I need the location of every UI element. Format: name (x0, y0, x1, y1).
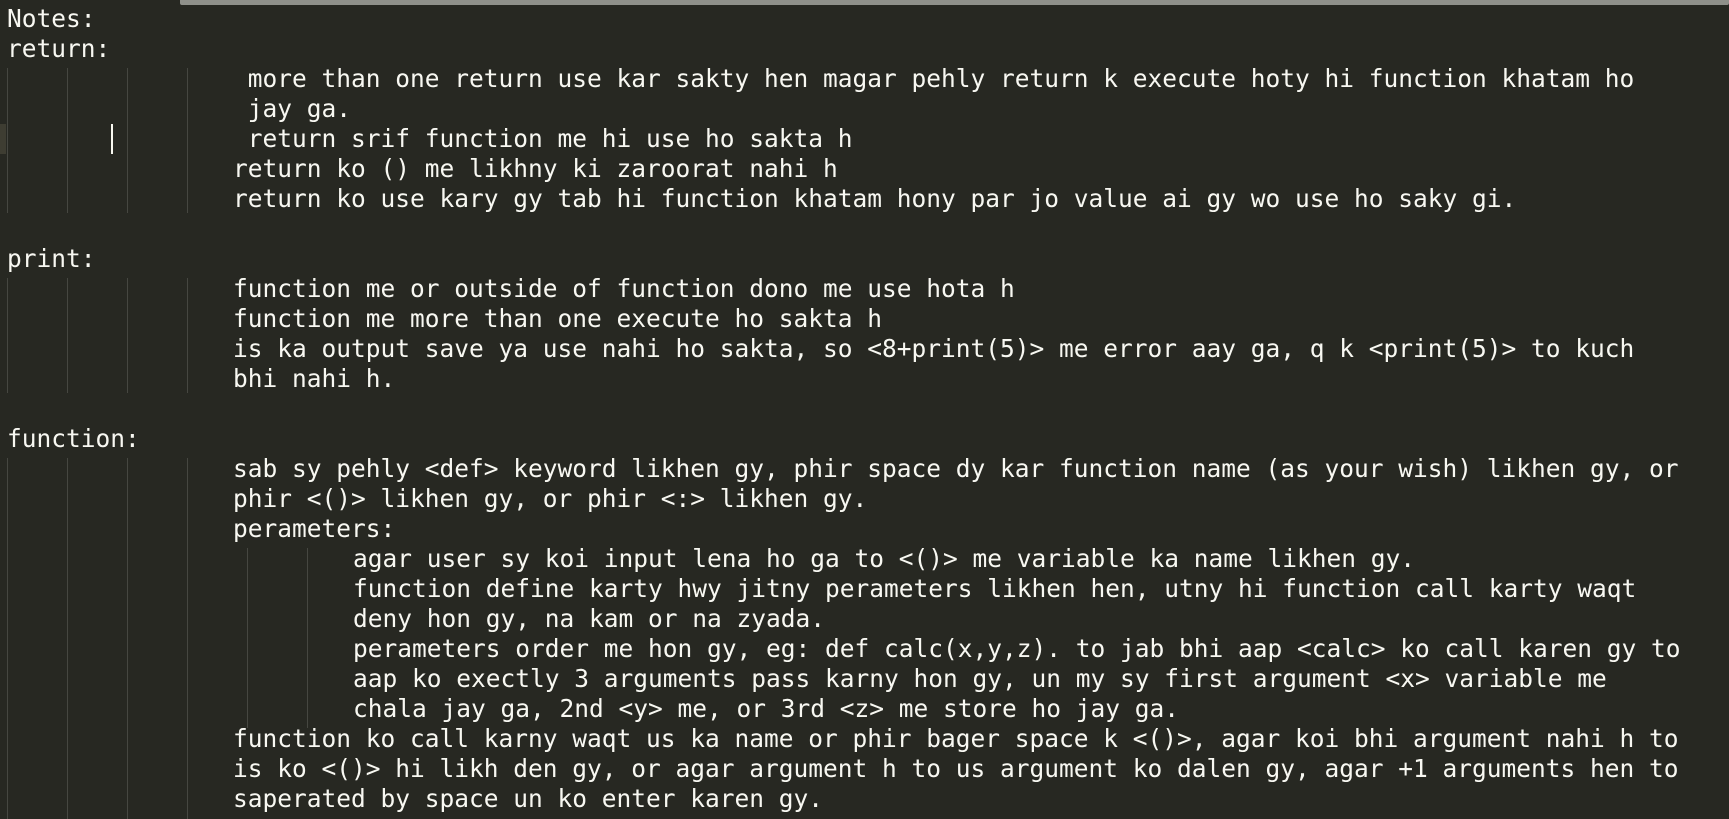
editor-line[interactable]: sab sy pehly <def> keyword likhen gy, ph… (233, 454, 1679, 484)
editor-line[interactable]: is ka output save ya use nahi ho sakta, … (233, 334, 1634, 364)
editor-line[interactable]: bhi nahi h. (233, 364, 395, 394)
editor-line[interactable]: perameters order me hon gy, eg: def calc… (353, 634, 1681, 664)
editor-line[interactable]: more than one return use kar sakty hen m… (233, 64, 1635, 94)
editor-line[interactable]: is ko <()> hi likh den gy, or agar argum… (233, 754, 1679, 784)
editor-line[interactable]: chala jay ga, 2nd <y> me, or 3rd <z> me … (353, 694, 1179, 724)
editor-line[interactable]: return srif function me hi use ho sakta … (233, 124, 853, 154)
editor-line[interactable]: function define karty hwy jitny peramete… (353, 574, 1636, 604)
indent-guide (67, 68, 68, 213)
editor-line[interactable]: return ko use kary gy tab hi function kh… (233, 184, 1516, 214)
editor-line[interactable]: jay ga. (233, 94, 351, 124)
horizontal-scrollbar[interactable] (180, 0, 1729, 5)
indent-guide (127, 458, 128, 819)
editor-line[interactable]: function me or outside of function dono … (233, 274, 1015, 304)
indent-guide (187, 458, 188, 819)
editor-line[interactable]: print: (7, 244, 96, 274)
indent-guide (7, 458, 8, 819)
editor-line[interactable]: return: (7, 34, 110, 64)
text-editor[interactable]: Notes: return: more than one return use … (0, 0, 1729, 819)
editor-line[interactable]: aap ko exectly 3 arguments pass karny ho… (353, 664, 1607, 694)
indent-guide (67, 278, 68, 393)
indent-guide (127, 68, 128, 213)
editor-line[interactable]: saperated by space un ko enter karen gy. (233, 784, 823, 814)
editor-line[interactable]: function ko call karny waqt us ka name o… (233, 724, 1679, 754)
indent-guide (187, 278, 188, 393)
indent-guide (7, 278, 8, 393)
current-line-gutter-marker (0, 124, 6, 154)
text-cursor (111, 124, 113, 154)
indent-guide (127, 278, 128, 393)
indent-guide (67, 458, 68, 819)
indent-guide (307, 548, 308, 728)
editor-line[interactable]: deny hon gy, na kam or na zyada. (353, 604, 825, 634)
editor-line[interactable]: return ko () me likhny ki zaroorat nahi … (233, 154, 838, 184)
editor-line[interactable]: Notes: (7, 4, 96, 34)
editor-line[interactable]: agar user sy koi input lena ho ga to <()… (353, 544, 1415, 574)
indent-guide (7, 68, 8, 213)
editor-line[interactable]: perameters: (233, 514, 395, 544)
editor-line[interactable]: phir <()> likhen gy, or phir <:> likhen … (233, 484, 867, 514)
indent-guide (247, 548, 248, 728)
editor-line[interactable]: function: (7, 424, 140, 454)
indent-guide (187, 68, 188, 213)
editor-line[interactable]: function me more than one execute ho sak… (233, 304, 882, 334)
